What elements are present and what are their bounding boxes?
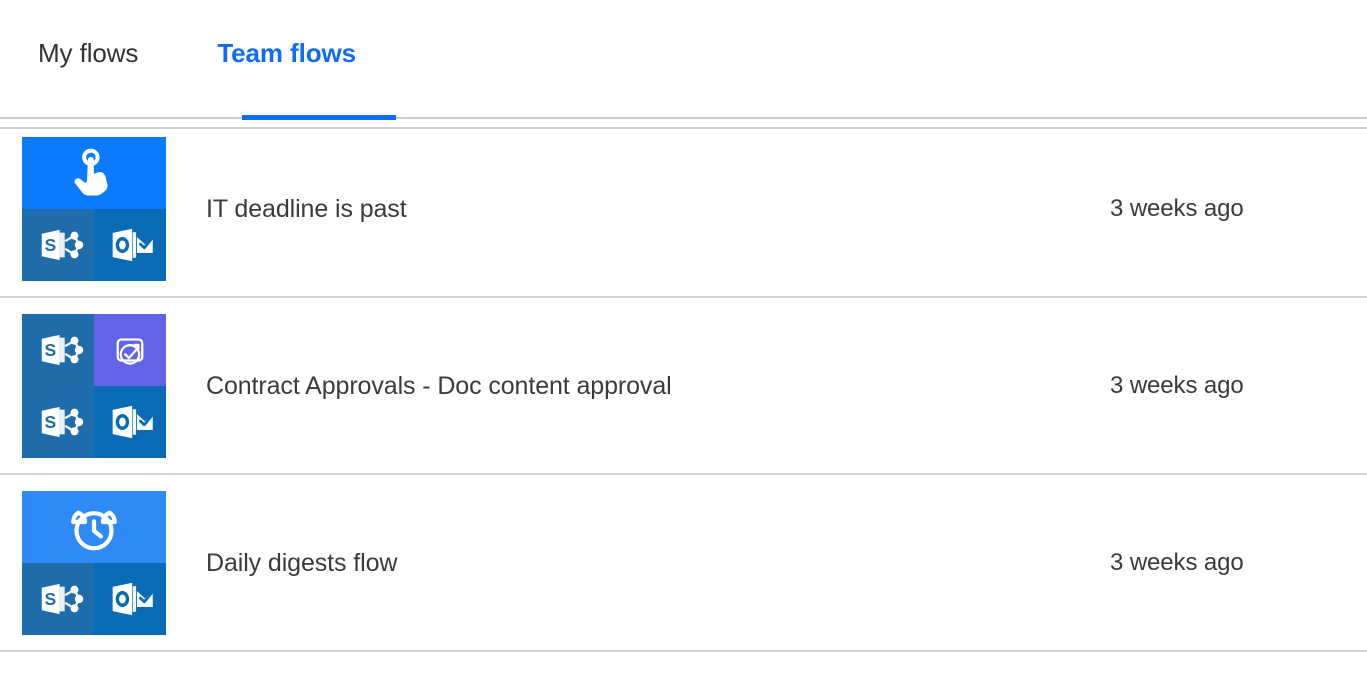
approvals-icon [94,313,166,386]
tab-list: My flows Team flows [0,0,1367,68]
tab-my-flows-label: My flows [38,38,139,68]
sharepoint-icon: S [22,385,94,458]
flow-row[interactable]: S S Contract Approvals - Doc content appro… [0,298,1367,475]
flow-modified-time: 3 weeks ago [1110,194,1244,222]
tabbar-divider-top [0,117,1367,119]
flow-title: IT deadline is past [206,194,407,223]
flow-row[interactable]: S Daily digests flow 3 weeks ago [0,475,1367,652]
tab-team-flows-label: Team flows [217,38,356,68]
flow-title: Contract Approvals - Doc content approva… [206,371,672,400]
flow-modified-time: 3 weeks ago [1110,548,1244,576]
flow-modified-time: 3 weeks ago [1110,371,1244,399]
sharepoint-icon: S [22,562,94,635]
active-tab-indicator [242,115,396,120]
svg-text:S: S [45,235,57,255]
trigger-recurrence-icon [22,490,166,563]
flow-icon-block: SS [22,313,166,458]
svg-text:S: S [45,412,57,432]
sharepoint-icon: S [22,313,94,386]
outlook-icon [94,385,166,458]
outlook-icon [94,562,166,635]
flow-list: S IT deadline is past 3 weeks ago S S Contrac… [0,121,1367,652]
flow-icon-block: S [22,490,166,635]
outlook-icon [94,208,166,281]
tab-my-flows[interactable]: My flows [38,38,138,68]
sharepoint-icon: S [22,208,94,281]
flow-row[interactable]: S IT deadline is past 3 weeks ago [0,121,1367,298]
svg-text:S: S [45,589,57,609]
tab-team-flows[interactable]: Team flows [217,38,356,68]
svg-text:S: S [45,340,57,360]
trigger-button-icon [22,136,166,209]
flow-icon-block: S [22,136,166,281]
flow-title: Daily digests flow [206,548,398,577]
flows-tabbar: My flows Team flows [0,0,1367,129]
